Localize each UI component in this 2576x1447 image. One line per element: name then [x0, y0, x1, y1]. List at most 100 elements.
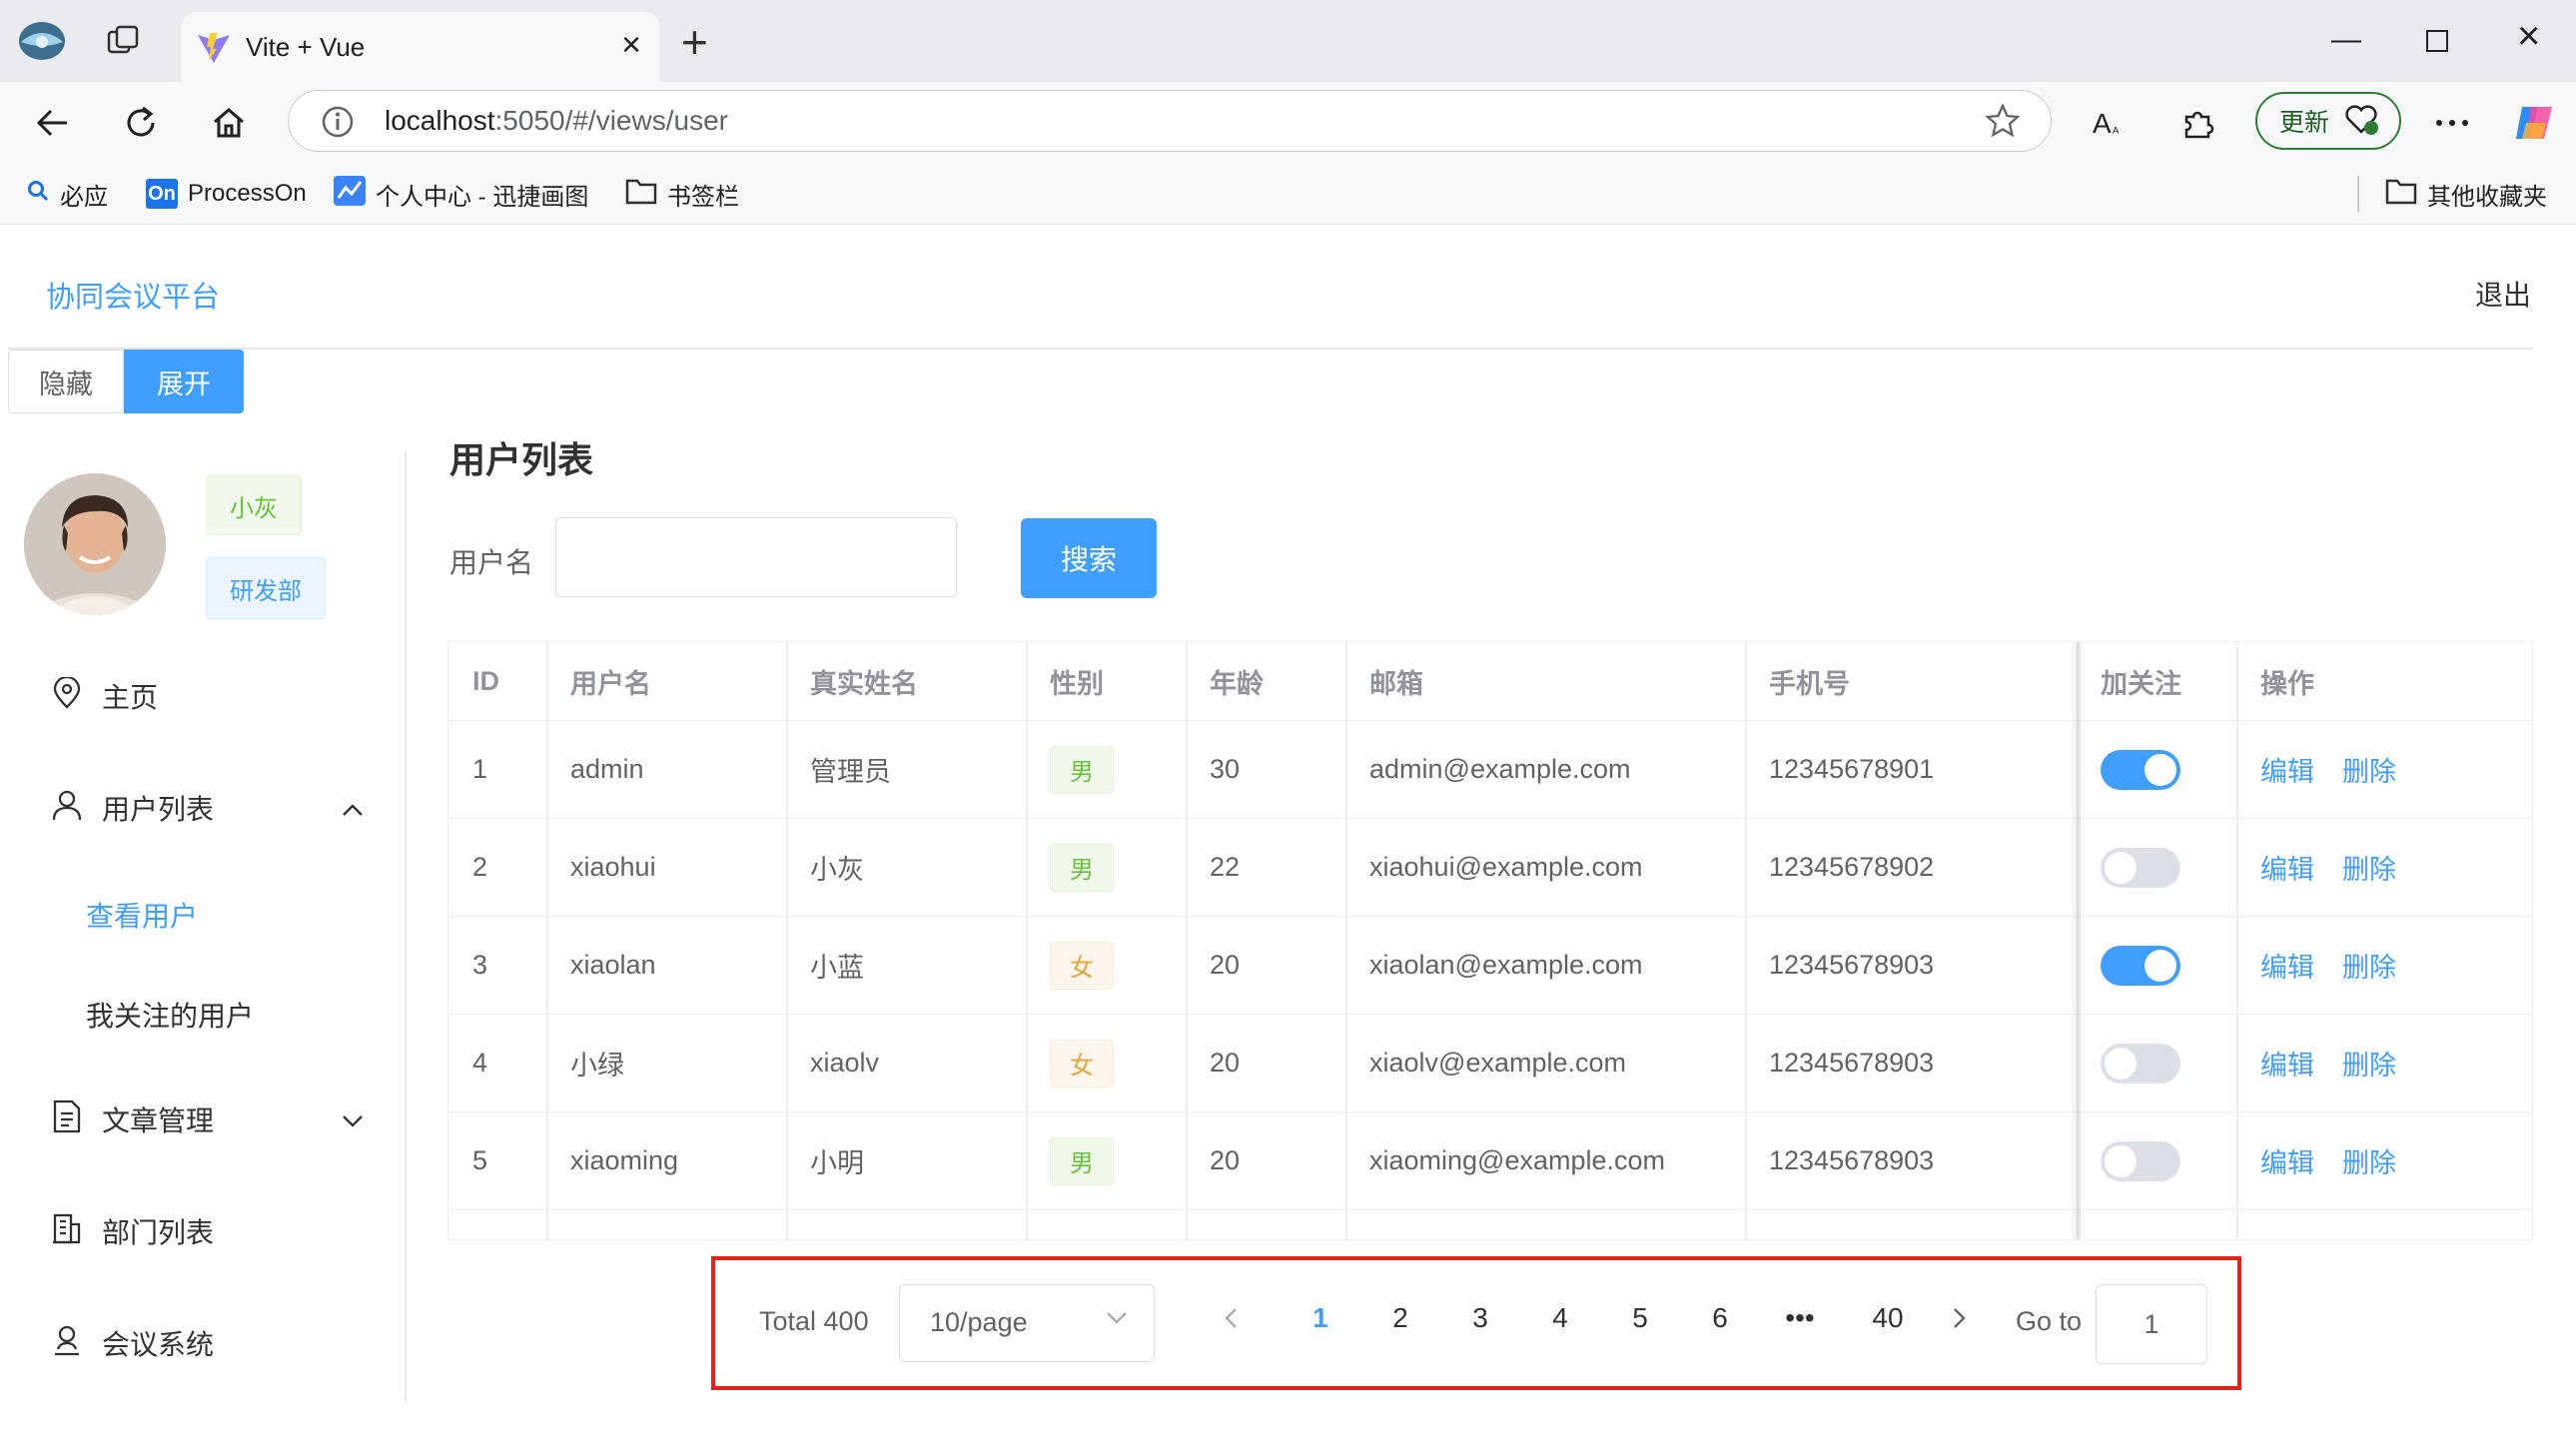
cell-gender: 女 — [1026, 917, 1114, 1014]
other-bookmarks[interactable]: 其他收藏夹 — [2385, 178, 2547, 211]
cell-gender: 男 — [1026, 1112, 1114, 1209]
browser-update-button[interactable]: 更新 — [2255, 92, 2401, 150]
bookmark-processon[interactable]: On ProcessOn — [146, 178, 307, 210]
column-header-phone[interactable]: 手机号 — [1745, 642, 2071, 720]
edit-link[interactable]: 编辑 — [2260, 1141, 2314, 1180]
workspaces-icon[interactable] — [100, 20, 146, 62]
gender-tag: 男 — [1050, 1136, 1114, 1185]
cell-phone: 12345678903 — [1769, 1145, 1935, 1175]
chevron-up-icon — [342, 792, 364, 824]
reload-icon[interactable] — [118, 100, 164, 146]
logout-link[interactable]: 退出 — [2475, 274, 2531, 314]
close-window-icon[interactable]: × — [2517, 16, 2540, 56]
cell-gender: 女 — [1026, 1015, 1114, 1111]
sidebar-item-view-users[interactable]: 查看用户 — [86, 895, 198, 935]
delete-link[interactable]: 删除 — [2342, 750, 2396, 789]
cell-email: xiaoming@example.com — [1369, 1145, 1666, 1175]
bookmark-bing[interactable]: 必应 — [26, 178, 108, 211]
edit-link[interactable]: 编辑 — [2260, 848, 2314, 887]
prev-page-icon[interactable] — [1211, 1304, 1251, 1336]
follow-toggle[interactable] — [2101, 847, 2180, 888]
next-page-icon[interactable] — [1940, 1304, 1980, 1336]
bookmark-folder[interactable]: 书签栏 — [625, 178, 739, 211]
new-tab-icon[interactable]: + — [681, 19, 708, 65]
user-table: ID 用户名 真实姓名 性别 年龄 邮箱 手机号 加关注 操作 1 admin … — [447, 641, 2533, 1240]
sidebar-item-followed-users[interactable]: 我关注的用户 — [86, 995, 254, 1035]
sidebar-item-departments[interactable]: 部门列表 — [52, 1206, 214, 1256]
column-header-age[interactable]: 年龄 — [1186, 642, 1345, 720]
cell-phone: 12345678903 — [1769, 950, 1935, 980]
browser-tab[interactable]: Vite + Vue × — [182, 12, 659, 82]
chart-logo-icon — [334, 175, 366, 213]
more-pages-icon[interactable]: ••• — [1780, 1302, 1820, 1334]
page-number[interactable]: 4 — [1540, 1302, 1580, 1334]
maximize-icon[interactable] — [2425, 26, 2449, 62]
home-icon[interactable] — [206, 100, 252, 146]
goto-page-input[interactable]: 1 — [2096, 1284, 2207, 1364]
column-header-realname[interactable]: 真实姓名 — [786, 642, 1026, 720]
follow-toggle[interactable] — [2101, 749, 2180, 790]
cell-age: 22 — [1210, 852, 1241, 882]
sidebar-item-articles[interactable]: 文章管理 — [52, 1094, 372, 1144]
column-header-follow[interactable]: 加关注 — [2077, 642, 2236, 720]
cell-follow — [2077, 917, 2180, 1014]
svg-text:ᴬ: ᴬ — [2112, 124, 2120, 140]
column-header-id[interactable]: ID — [448, 642, 546, 720]
username-search-input[interactable] — [555, 517, 957, 597]
sidebar-item-user-list[interactable]: 用户列表 — [52, 783, 372, 833]
cell-username: xiaohui — [570, 852, 656, 882]
column-header-actions[interactable]: 操作 — [2236, 642, 2532, 720]
cell-id: 1 — [472, 754, 488, 784]
bookmark-xunjie[interactable]: 个人中心 - 迅捷画图 — [334, 175, 588, 213]
delete-link[interactable]: 删除 — [2342, 1044, 2396, 1083]
page-number[interactable]: 40 — [1858, 1302, 1918, 1334]
site-info-icon[interactable] — [321, 105, 355, 144]
browser-tab-bar: Vite + Vue × + — × — [0, 0, 2576, 82]
page-title: 用户列表 — [449, 439, 594, 480]
delete-link[interactable]: 删除 — [2342, 946, 2396, 985]
edit-link[interactable]: 编辑 — [2260, 750, 2314, 789]
column-header-username[interactable]: 用户名 — [546, 642, 786, 720]
sidebar-item-home[interactable]: 主页 — [52, 671, 158, 721]
search-button[interactable]: 搜索 — [1021, 518, 1157, 598]
cell-actions: 编辑 删除 — [2236, 917, 2424, 1014]
hide-sidebar-button[interactable]: 隐藏 — [8, 350, 124, 413]
app-brand-title[interactable]: 协同会议平台 — [46, 274, 220, 316]
browser-profile-icon[interactable] — [14, 20, 70, 62]
url-text: localhost:5050/#/views/user — [385, 105, 728, 136]
more-menu-icon[interactable] — [2429, 100, 2475, 146]
close-tab-icon[interactable]: × — [621, 28, 641, 62]
sidebar-item-meetings[interactable]: 会议系统 — [52, 1318, 214, 1368]
page-number[interactable]: 2 — [1380, 1302, 1420, 1334]
page-number[interactable]: 1 — [1300, 1302, 1340, 1334]
column-header-gender[interactable]: 性别 — [1026, 642, 1186, 720]
read-aloud-icon[interactable]: Aᴬ — [2088, 100, 2134, 146]
minimize-icon[interactable]: — — [2331, 22, 2361, 58]
address-bar[interactable]: localhost:5050/#/views/user — [288, 90, 2052, 152]
delete-link[interactable]: 删除 — [2342, 848, 2396, 887]
sidebar-divider — [405, 451, 407, 1402]
column-header-email[interactable]: 邮箱 — [1345, 642, 1745, 720]
page-number[interactable]: 5 — [1620, 1302, 1660, 1334]
document-icon — [52, 1099, 82, 1140]
cell-follow — [2077, 1015, 2180, 1111]
cell-username: admin — [570, 754, 644, 784]
copilot-icon[interactable] — [2511, 100, 2557, 146]
favorite-star-icon[interactable] — [1985, 103, 2021, 144]
page-number[interactable]: 6 — [1700, 1302, 1740, 1334]
expand-sidebar-button[interactable]: 展开 — [124, 350, 244, 413]
follow-toggle[interactable] — [2101, 1140, 2180, 1181]
follow-toggle[interactable] — [2101, 1043, 2180, 1084]
delete-link[interactable]: 删除 — [2342, 1141, 2396, 1180]
back-icon[interactable] — [30, 100, 76, 146]
follow-toggle[interactable] — [2101, 945, 2180, 986]
column-divider — [2236, 642, 2238, 1239]
page-size-select[interactable]: 10/page — [899, 1284, 1155, 1362]
cell-realname: 小明 — [810, 1148, 864, 1178]
page-number[interactable]: 3 — [1460, 1302, 1500, 1334]
edit-link[interactable]: 编辑 — [2260, 1044, 2314, 1083]
cell-actions: 编辑 删除 — [2236, 1112, 2424, 1209]
cell-gender: 男 — [1026, 721, 1114, 818]
extensions-icon[interactable] — [2175, 100, 2221, 146]
edit-link[interactable]: 编辑 — [2260, 946, 2314, 985]
